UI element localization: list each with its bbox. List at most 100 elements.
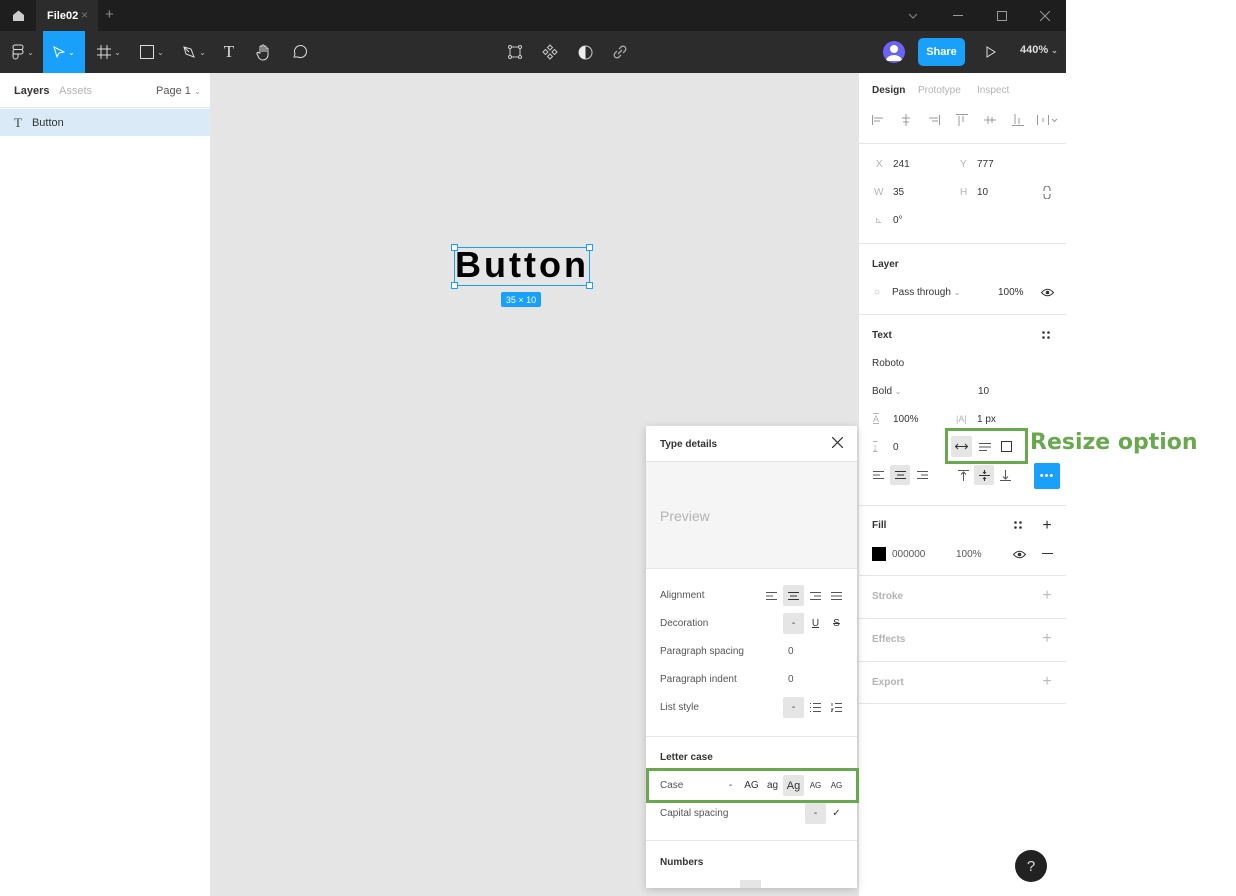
- home-button[interactable]: [0, 0, 36, 31]
- numbered-list-button[interactable]: [826, 697, 847, 718]
- hand-tool[interactable]: [252, 31, 276, 73]
- numbers-style-button[interactable]: [740, 880, 761, 888]
- divider: [646, 840, 857, 841]
- comment-tool[interactable]: [287, 31, 311, 73]
- constrain-proportions-icon[interactable]: [1041, 185, 1053, 199]
- paragraph-spacing-icon: ↨: [873, 442, 878, 452]
- paragraph-spacing-input[interactable]: 0: [893, 442, 899, 453]
- tab-design[interactable]: Design: [872, 85, 905, 96]
- fill-opacity-input[interactable]: 100%: [956, 549, 982, 560]
- vertical-align-middle-button[interactable]: [974, 465, 994, 485]
- component-button[interactable]: [538, 31, 562, 73]
- move-tool[interactable]: ⌄: [43, 31, 85, 73]
- capital-spacing-label: Capital spacing: [660, 808, 729, 819]
- text-align-right-button[interactable]: [912, 465, 932, 485]
- capital-spacing-on-button[interactable]: ✓: [826, 803, 847, 824]
- add-fill-button[interactable]: +: [1040, 517, 1054, 534]
- align-right-icon[interactable]: [927, 113, 941, 127]
- bulleted-list-icon: [810, 703, 821, 712]
- close-window-button[interactable]: [1023, 0, 1066, 31]
- tab-inspect[interactable]: Inspect: [977, 85, 1009, 96]
- minimize-button[interactable]: [936, 0, 980, 31]
- chevron-down-icon[interactable]: [891, 0, 935, 31]
- mask-icon: [578, 45, 592, 59]
- rotation-input[interactable]: 0°: [893, 215, 903, 226]
- font-family-dropdown[interactable]: Roboto: [872, 358, 904, 369]
- strikethrough-button[interactable]: S: [826, 613, 847, 634]
- font-size-input[interactable]: 10: [978, 386, 989, 397]
- height-input[interactable]: 10: [977, 187, 988, 198]
- page-selector[interactable]: Page 1 ⌄: [156, 85, 201, 97]
- distribute-dropdown[interactable]: [1037, 113, 1059, 127]
- selection-box[interactable]: [454, 247, 590, 286]
- remove-fill-button[interactable]: [1040, 548, 1054, 560]
- line-height-input[interactable]: 100%: [893, 414, 919, 425]
- present-button[interactable]: [981, 31, 1001, 73]
- letter-spacing-input[interactable]: 1 px: [977, 414, 996, 425]
- width-input[interactable]: 35: [893, 187, 904, 198]
- fill-styles-icon[interactable]: [1012, 519, 1024, 531]
- file-tab[interactable]: File02: [36, 0, 98, 31]
- user-avatar[interactable]: [883, 41, 905, 63]
- align-right-button[interactable]: [805, 585, 826, 606]
- new-tab-button[interactable]: +: [105, 6, 114, 23]
- vertical-align-top-button[interactable]: [953, 465, 973, 485]
- text-icon: T: [223, 42, 235, 61]
- resize-handle-bottom-right[interactable]: [586, 282, 593, 289]
- fill-hex-input[interactable]: 000000: [892, 549, 925, 560]
- fill-visibility-eye-icon[interactable]: [1012, 548, 1026, 560]
- tab-prototype[interactable]: Prototype: [918, 85, 961, 96]
- text-tool[interactable]: T: [218, 31, 240, 73]
- resize-handle-bottom-left[interactable]: [451, 282, 458, 289]
- align-top-icon[interactable]: [955, 113, 969, 127]
- x-input[interactable]: 241: [893, 159, 910, 170]
- main-menu-button[interactable]: ⌄: [4, 31, 42, 73]
- align-horizontal-center-icon[interactable]: [899, 113, 913, 127]
- help-button[interactable]: ?: [1015, 850, 1047, 882]
- resize-handle-top-right[interactable]: [586, 244, 593, 251]
- fill-color-swatch[interactable]: [872, 547, 886, 561]
- add-export-button[interactable]: +: [1040, 673, 1054, 690]
- layer-opacity-input[interactable]: 100%: [998, 287, 1024, 298]
- decoration-none-button[interactable]: -: [783, 613, 804, 634]
- mask-button[interactable]: [573, 31, 597, 73]
- eye-icon[interactable]: [1040, 286, 1054, 298]
- list-none-button[interactable]: -: [783, 697, 804, 718]
- share-button[interactable]: Share: [918, 38, 965, 66]
- underline-button[interactable]: U: [805, 613, 826, 634]
- add-stroke-button[interactable]: +: [1040, 587, 1054, 604]
- paragraph-indent-value[interactable]: 0: [788, 674, 794, 685]
- capital-spacing-none-button[interactable]: -: [805, 803, 826, 824]
- text-styles-icon[interactable]: [1040, 329, 1052, 341]
- zoom-dropdown[interactable]: 440% ⌄: [1020, 44, 1058, 56]
- align-vertical-center-icon[interactable]: [983, 113, 997, 127]
- align-left-icon[interactable]: [871, 113, 885, 127]
- shape-tool[interactable]: ⌄: [133, 31, 171, 73]
- add-effect-button[interactable]: +: [1040, 630, 1054, 647]
- font-weight-dropdown[interactable]: Bold ⌄: [872, 386, 902, 397]
- close-popup-button[interactable]: [831, 435, 844, 453]
- frame-selection-button[interactable]: [503, 31, 527, 73]
- frame-tool[interactable]: ⌄: [90, 31, 128, 73]
- text-align-left-button[interactable]: [868, 465, 888, 485]
- resize-handle-top-left[interactable]: [451, 244, 458, 251]
- text-align-center-button[interactable]: [890, 465, 910, 485]
- tab-close-icon[interactable]: ×: [81, 8, 88, 22]
- align-justify-button[interactable]: [826, 585, 847, 606]
- tab-layers[interactable]: Layers: [14, 85, 49, 97]
- align-left-button[interactable]: [761, 585, 782, 606]
- bulleted-list-button[interactable]: [805, 697, 826, 718]
- paragraph-spacing-value[interactable]: 0: [788, 646, 794, 657]
- maximize-button[interactable]: [980, 0, 1024, 31]
- type-details-button[interactable]: •••: [1034, 463, 1060, 489]
- y-input[interactable]: 777: [977, 159, 994, 170]
- divider: [859, 314, 1066, 315]
- align-center-button[interactable]: [783, 585, 804, 606]
- align-bottom-icon[interactable]: [1011, 113, 1025, 127]
- tab-assets[interactable]: Assets: [59, 85, 92, 97]
- link-button[interactable]: [608, 31, 632, 73]
- vertical-align-bottom-button[interactable]: [995, 465, 1015, 485]
- layer-item-button[interactable]: T Button: [0, 109, 210, 136]
- blend-mode-dropdown[interactable]: Pass through ⌄: [892, 287, 960, 298]
- pen-tool[interactable]: ⌄: [175, 31, 213, 73]
